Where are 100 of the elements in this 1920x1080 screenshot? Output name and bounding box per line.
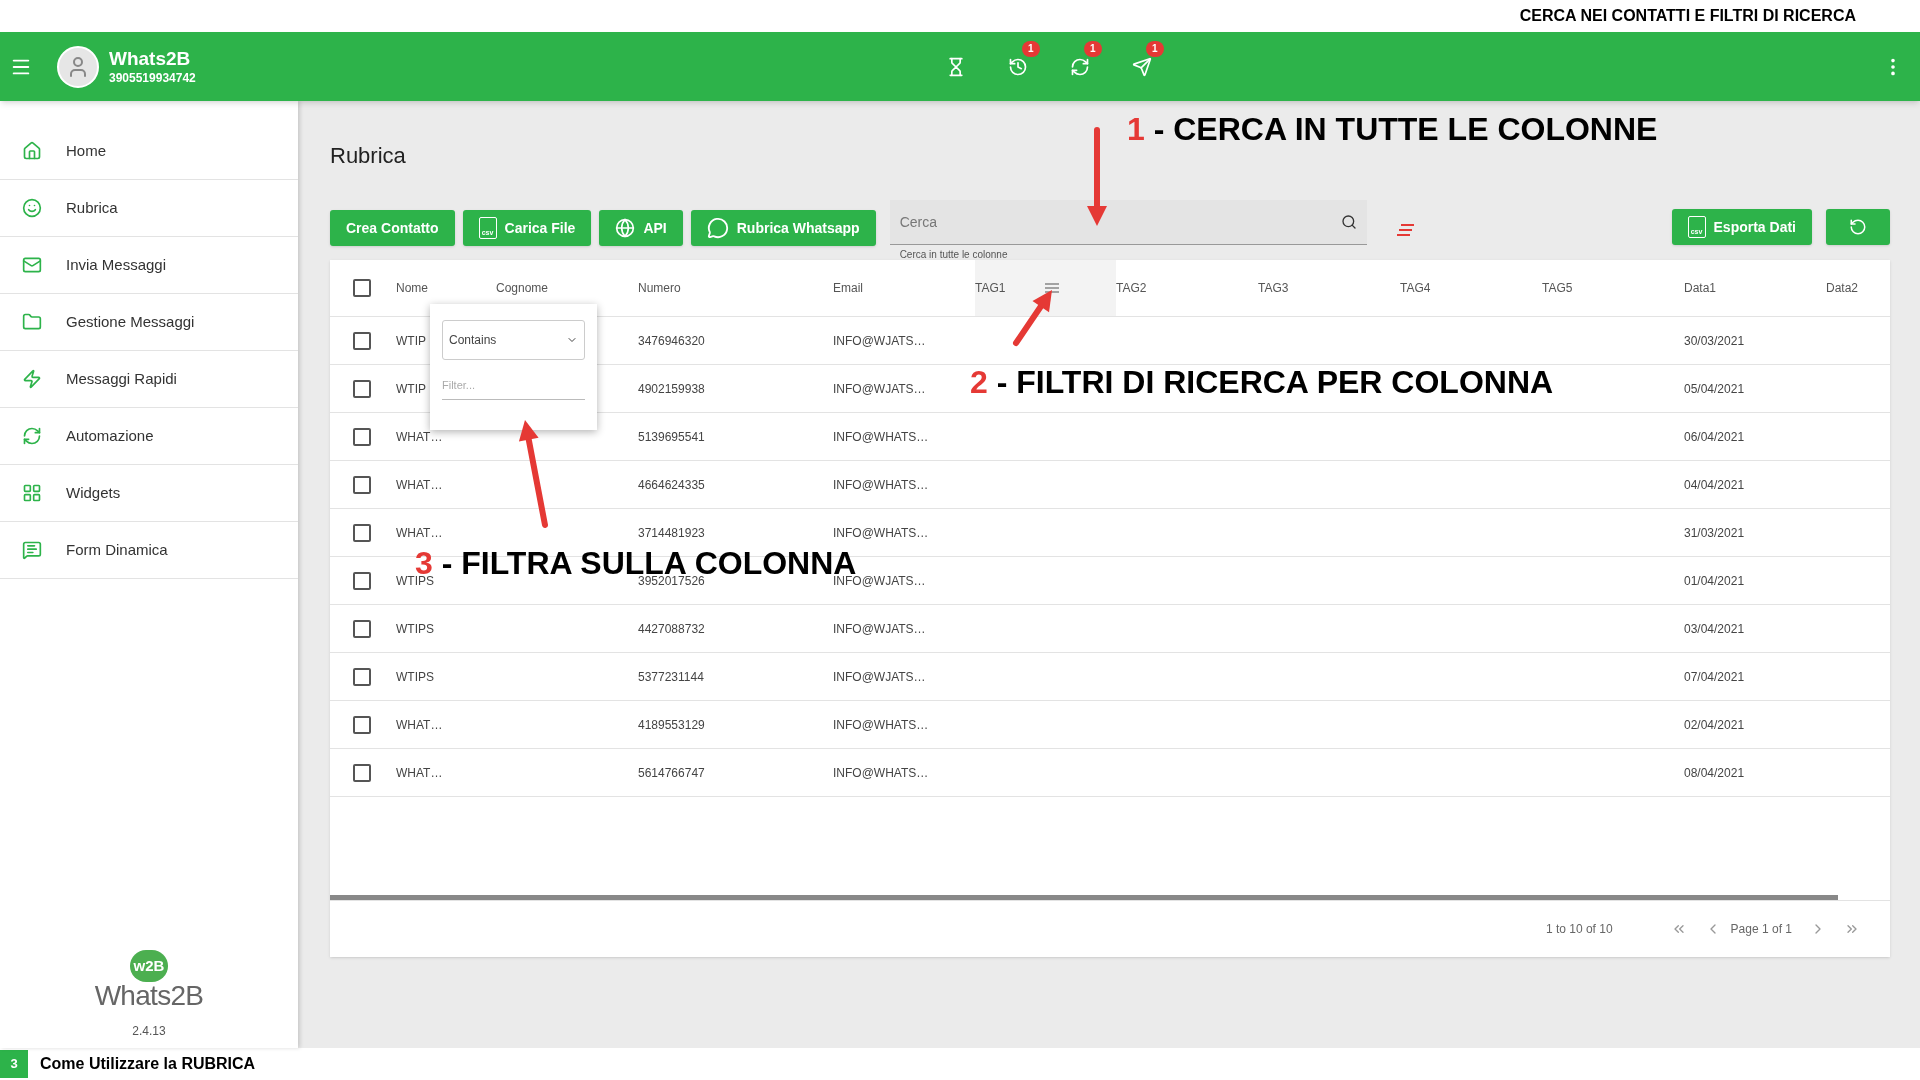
column-header[interactable]: Data1 [1684,260,1826,316]
table-cell-text: 30/03/2021 [1684,332,1745,350]
table-cell-text: WHAT… [396,428,443,446]
checkbox[interactable] [353,667,371,686]
table-cell-text: INFO@WHATS… [833,716,929,734]
page-title: Rubrica [330,142,407,170]
checkbox[interactable] [353,619,371,638]
table-cell-text: WTIPS [396,573,434,590]
chat-bubble-icon [706,217,729,239]
checkbox[interactable] [353,427,371,446]
column-header[interactable]: Numero [638,260,833,316]
table-cell-text: 03/04/2021 [1684,620,1745,638]
notification-badge: 1 [1083,40,1102,57]
horizontal-scrollbar[interactable] [330,895,1838,900]
column-header[interactable]: TAG4 [1400,260,1542,316]
table-cell-text: INFO@WJATS… [833,380,926,398]
table-cell-text: 5614766747 [638,764,705,782]
table-cell-text: 02/04/2021 [1684,716,1745,734]
row-range: 1 to 10 of 10 [1545,921,1613,938]
table-cell-text: 3714481923 [638,524,705,542]
table-cell-text: 3476946320 [638,332,705,350]
chat-list-icon [22,540,42,560]
table-cell-text: WTIP [396,332,426,350]
checkbox[interactable] [353,475,371,494]
table-cell-text: 4902159938 [638,380,705,398]
face-icon [22,198,42,218]
notification-badge: 1 [1145,40,1164,57]
table-cell-text: INFO@WHATS… [833,524,929,542]
checkbox[interactable] [353,279,371,297]
folder-icon [22,312,42,332]
avatar[interactable] [57,45,99,88]
annotation-label: 1 - CERCA IN TUTTE LE COLONNE [1127,113,1658,145]
table-cell-text: INFO@WJATS… [833,332,926,350]
checkbox[interactable] [353,763,371,782]
grid-icon [22,483,42,503]
table-cell-text: 4427088732 [638,620,705,638]
table-cell-text: 08/04/2021 [1684,764,1745,782]
page-indicator: Page 1 of 1 [1730,921,1792,938]
search-icon[interactable] [1340,214,1357,230]
table-cell-text: 31/03/2021 [1684,524,1745,542]
table-cell-text: WHAT… [396,716,443,734]
table-cell-text: WHAT… [396,476,443,494]
column-header[interactable]: TAG1 [975,260,1116,316]
table-cell-text: WTIPS [396,620,434,638]
column-header[interactable]: TAG3 [1258,260,1400,316]
arrow [1013,290,1052,346]
home-icon [22,141,42,161]
table-cell-text: INFO@WJATS… [833,573,926,590]
logo-mark: w2B [130,950,168,982]
table-cell-text: 01/04/2021 [1684,572,1745,590]
column-header[interactable]: TAG5 [1542,260,1684,316]
table-cell-text: WHAT… [396,764,443,782]
checkbox[interactable] [353,379,371,398]
page-heading: CERCA NEI CONTATTI E FILTRI DI RICERCA [1519,6,1856,26]
version-text: 2.4.13 [132,1023,166,1040]
operator-select[interactable]: Contains [442,320,585,360]
annotation-label: 2 - FILTRI DI RICERCA PER COLONNA [970,366,1554,398]
logo-wordmark: Whats2B [94,982,204,1010]
table-cell-text: 07/04/2021 [1684,668,1745,686]
table-cell-text: 04/04/2021 [1684,476,1745,494]
table-cell-text: WTIPS [396,668,434,686]
table-cell-text: INFO@WJATS… [833,620,926,638]
table-cell-text: INFO@WJATS… [833,668,926,686]
table-cell-text: WTIP [396,380,426,398]
send-icon [1131,56,1152,77]
helper-text: Cerca in tutte le colonne [898,248,1009,262]
refresh-icon [1849,218,1867,236]
search-field[interactable]: Cerca [889,200,1367,245]
table-cell-text: 4664624335 [638,476,705,494]
clear-filter-icon[interactable] [1396,224,1415,236]
checkbox[interactable] [353,571,371,590]
table-cell-text: INFO@WHATS… [833,428,929,446]
footer-caption: Come Utilizzare la RUBRICA [40,1054,256,1074]
column-menu-icon[interactable] [1045,283,1060,293]
app-name: Whats2B [109,47,192,71]
table-cell-text: INFO@WHATS… [833,476,929,494]
checkbox[interactable] [353,331,371,350]
checkbox[interactable] [353,715,371,734]
lightning-icon [22,369,42,389]
sync-icon [22,426,42,446]
checkbox[interactable] [353,523,371,542]
column-header[interactable]: Email [833,260,975,316]
filter-input[interactable]: Filter... [442,370,585,400]
table-cell-text: INFO@WHATS… [833,764,929,782]
mail-icon [22,255,42,275]
table-cell-text: WHAT… [396,524,443,542]
history-icon [1007,56,1028,77]
table-cell-text: 5139695541 [638,428,705,446]
phone-number: 3905519934742 [109,70,196,86]
step-badge: 3 [0,1050,28,1078]
table-cell-text: 4189553129 [638,716,705,734]
column-header[interactable]: Data2 [1826,260,1890,316]
sync-icon [1069,56,1090,77]
refresh-button[interactable] [1826,209,1890,245]
table-cell-text: 05/04/2021 [1684,380,1745,398]
table-cell-text: 5377231144 [638,668,704,686]
globe-icon [615,218,636,238]
column-header[interactable]: TAG2 [1116,260,1258,316]
notification-badge: 1 [1021,40,1040,57]
table-cell-text: 06/04/2021 [1684,428,1745,446]
